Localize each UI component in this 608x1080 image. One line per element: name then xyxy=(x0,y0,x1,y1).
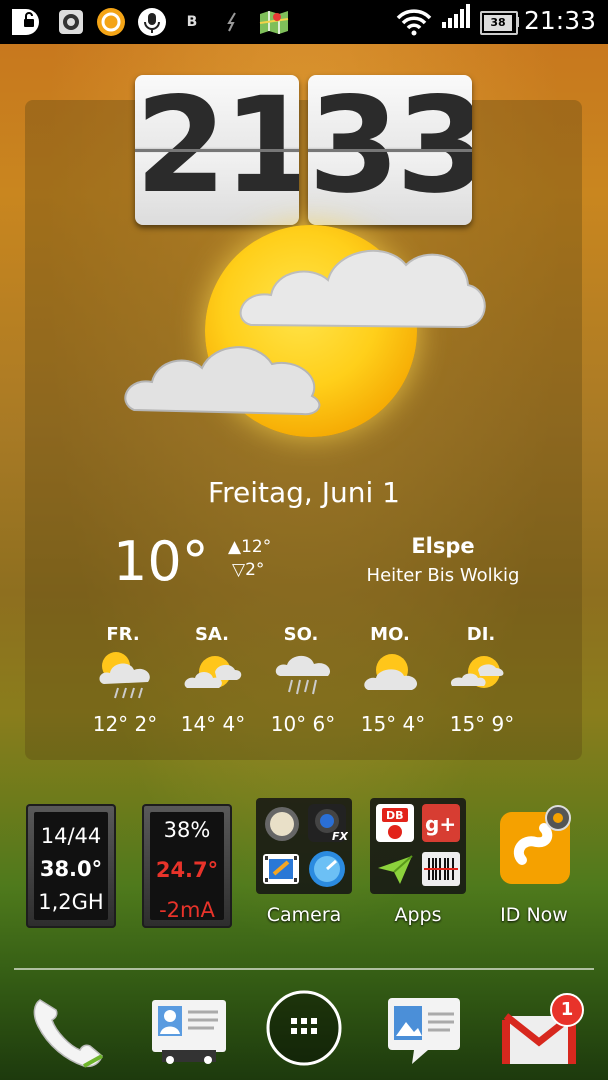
contacts-icon[interactable] xyxy=(148,990,230,1072)
battery-level: 38 xyxy=(484,15,512,31)
wifi-icon xyxy=(396,8,432,36)
phone-icon[interactable] xyxy=(26,990,108,1072)
cpu-frequency: 1,2GH xyxy=(38,890,104,914)
usb-icon xyxy=(222,8,242,36)
signal-icon xyxy=(440,4,470,36)
clock-hour-card[interactable]: 21 xyxy=(135,75,299,225)
battery-monitor-screen: 38% 24.7° -2mA xyxy=(150,812,224,922)
clock-minute-card[interactable]: 33 xyxy=(308,75,472,225)
microphone-icon xyxy=(137,8,167,36)
camera-target-icon xyxy=(56,8,86,36)
forecast-temps: 15° 4° xyxy=(360,712,426,736)
compass-icon xyxy=(265,807,299,841)
weather-date: Freitag, Juni 1 xyxy=(208,476,400,509)
id-now-icon[interactable] xyxy=(496,804,574,888)
cpu-monitor-screen: 14/44 38.0° 1,2GH xyxy=(34,812,108,920)
cloud-icon xyxy=(124,346,321,416)
forecast-day: DI. xyxy=(466,624,496,645)
forecast-day: SA. xyxy=(194,624,230,645)
temperature-low: ▽2° xyxy=(232,560,265,580)
apps-folder[interactable]: DB g+ xyxy=(370,798,466,894)
svg-text:g+: g+ xyxy=(425,812,456,836)
weather-location: Elspe xyxy=(411,534,475,558)
paper-plane-icon xyxy=(378,855,413,884)
id-now-label: ID Now xyxy=(500,904,568,926)
weather-condition: Heiter Bis Wolkig xyxy=(366,565,520,586)
forecast-day: FR. xyxy=(106,624,140,645)
app-drawer-icon[interactable] xyxy=(264,988,344,1068)
flip-hinge xyxy=(308,149,472,152)
camera-folder-label: Camera xyxy=(266,904,342,926)
rain-cloud-icon xyxy=(275,655,331,695)
forecast-temps: 12° 2° xyxy=(92,712,158,736)
rain-sun-cloud-icon xyxy=(99,652,150,699)
temperature-high: ▲12° xyxy=(228,537,272,557)
battery-temperature: 24.7° xyxy=(155,858,219,882)
current-temperature: 10° xyxy=(113,530,209,593)
speedometer-icon xyxy=(309,851,345,887)
battery-current: -2mA xyxy=(159,898,215,922)
cpu-usage: 14/44 xyxy=(40,824,102,848)
battery-percent: 38% xyxy=(163,818,211,842)
maps-icon xyxy=(257,8,291,36)
status-time: 21:33 xyxy=(523,6,596,35)
forecast-day: MO. xyxy=(370,624,410,645)
d-app-icon xyxy=(10,8,44,36)
dock-divider xyxy=(14,968,594,970)
messages-icon[interactable] xyxy=(384,990,466,1072)
status-bar: B 38 21:33 xyxy=(0,0,608,44)
sun-cloud-icon xyxy=(450,656,504,688)
cpu-monitor-widget[interactable]: 14/44 38.0° 1,2GH xyxy=(26,804,116,928)
orange-app-icon xyxy=(96,8,126,36)
sun-cloud-icon xyxy=(184,656,242,688)
camera-folder[interactable]: FX xyxy=(256,798,352,894)
battery-monitor-widget[interactable]: 38% 24.7° -2mA xyxy=(142,804,232,928)
svg-text:DB: DB xyxy=(386,809,404,822)
forecast-day: SO. xyxy=(283,624,319,645)
gmail-unread-badge: 1 xyxy=(550,993,584,1027)
camera-fx-icon: FX xyxy=(308,804,348,843)
sun-cloud-icon xyxy=(364,654,418,690)
forecast-temps: 15° 9° xyxy=(449,712,515,736)
forecast-temps: 14° 4° xyxy=(180,712,246,736)
battery-icon: 38 xyxy=(480,8,520,36)
apps-folder-label: Apps xyxy=(394,904,442,926)
video-editor-icon xyxy=(263,854,299,884)
svg-text:FX: FX xyxy=(332,830,348,843)
flip-hinge xyxy=(135,149,299,152)
cloud-icon xyxy=(239,249,486,329)
google-plus-icon: g+ xyxy=(422,804,460,842)
cpu-temperature: 38.0° xyxy=(39,857,103,881)
b-icon: B xyxy=(186,14,198,30)
forecast-temps: 10° 6° xyxy=(270,712,336,736)
barcode-scanner-icon xyxy=(422,852,460,886)
db-navigator-icon: DB xyxy=(376,804,414,842)
